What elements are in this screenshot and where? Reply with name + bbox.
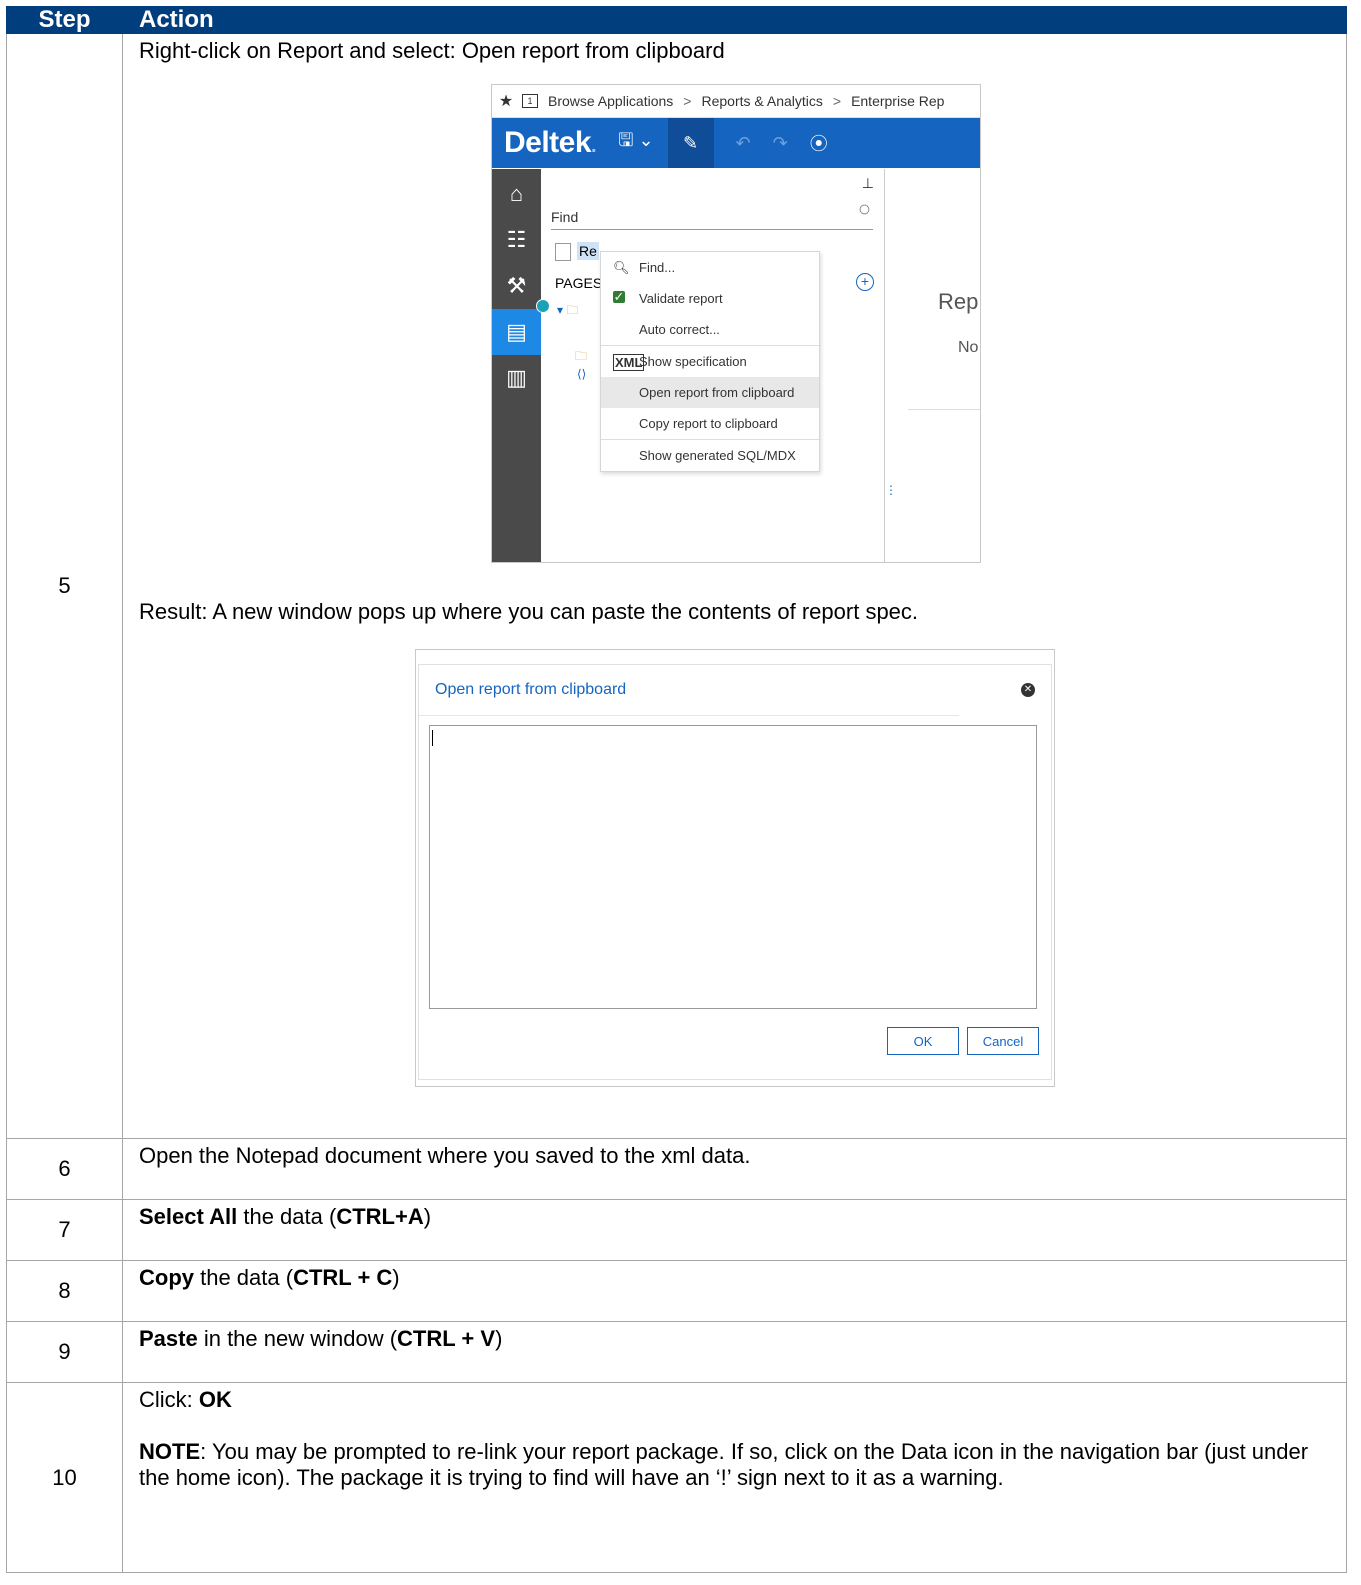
clipboard-textarea[interactable] (429, 725, 1037, 1009)
table-row: 7 Select All the data (CTRL+A) (6, 1199, 1347, 1261)
table-row: 5 Right-click on Report and select: Open… (6, 33, 1347, 1139)
step-instruction: Click: OK (139, 1387, 232, 1412)
dialog-title: Open report from clipboard (435, 681, 627, 698)
step-number: 7 (6, 1199, 123, 1261)
steps-table: Step Action 5 Right-click on Report and … (6, 6, 1347, 1573)
menu-item-show-specification[interactable]: XML Show specification (601, 346, 819, 377)
breadcrumb-separator: > (832, 93, 842, 109)
step-result: Result: A new window pops up where you c… (139, 599, 919, 624)
table-row: 10 Click: OK NOTE: You may be prompted t… (6, 1382, 1347, 1573)
table-row: 8 Copy the data (CTRL + C) (6, 1260, 1347, 1322)
page-item-icon[interactable]: ⟨⟩ (577, 367, 586, 381)
run-icon[interactable]: ⦿ (810, 130, 828, 156)
pin-icon[interactable]: ⊥ (862, 175, 874, 192)
step-column-header: Step (6, 6, 123, 34)
save-icon[interactable]: 🖫 ⌄ (618, 128, 653, 158)
close-icon[interactable]: ✕ (1021, 683, 1035, 697)
report-subtitle-partial: No (958, 339, 979, 356)
edit-pencil-icon[interactable]: ✎ (667, 118, 714, 168)
breadcrumb-separator: > (683, 93, 692, 109)
step-instruction: Paste in the new window (CTRL + V) (139, 1326, 503, 1351)
search-icon[interactable]: ○ (858, 197, 871, 221)
folder-icon[interactable]: 🗀 (575, 347, 587, 368)
pages-icon[interactable]: ▤ (492, 309, 541, 355)
splitter-handle[interactable]: ⋮ (885, 483, 897, 497)
report-title-partial: Rep (938, 289, 979, 314)
data-icon[interactable]: ☷ (492, 217, 541, 263)
step-number: 8 (6, 1260, 123, 1322)
tab-icon[interactable]: 1 (522, 94, 538, 108)
context-menu: 🔍︎ Find... ✓ Validate report Auto correct.… (600, 251, 820, 472)
step-instruction: Right-click on Report and select: Open r… (139, 38, 725, 63)
divider (908, 409, 980, 410)
breadcrumb-item[interactable]: Browse Applications (548, 93, 673, 109)
action-cell: Click: OK NOTE: You may be prompted to r… (122, 1382, 1347, 1573)
step-number: 10 (6, 1382, 123, 1573)
table-header-row: Step Action (6, 6, 1347, 34)
action-cell: Copy the data (CTRL + C) (122, 1260, 1347, 1322)
breadcrumb-item[interactable]: Reports & Analytics (701, 93, 822, 109)
step-number: 5 (6, 33, 123, 1139)
star-icon[interactable]: ★ (492, 91, 520, 111)
step-number: 9 (6, 1321, 123, 1383)
step-instruction: Copy the data (CTRL + C) (139, 1265, 400, 1290)
search-icon: 🔍︎ (613, 260, 630, 275)
text-caret (432, 730, 433, 746)
undo-icon[interactable]: ↶ (736, 133, 751, 154)
menu-item-find[interactable]: 🔍︎ Find... (601, 252, 819, 283)
breadcrumb-item[interactable]: Enterprise Rep (851, 93, 944, 109)
action-cell: Open the Notepad document where you save… (122, 1138, 1347, 1200)
redo-icon[interactable]: ↷ (773, 133, 788, 154)
action-cell: Paste in the new window (CTRL + V) (122, 1321, 1347, 1383)
home-icon[interactable]: ⌂ (492, 171, 541, 217)
folder-expanded-icon[interactable]: ▾ 🗀 (557, 301, 578, 322)
app-toolbar: Deltek. 🖫 ⌄ ✎ ↶ ↷ ⦿ (492, 118, 980, 168)
xml-icon: XML (613, 354, 645, 371)
cancel-button[interactable]: Cancel (967, 1027, 1039, 1055)
menu-item-auto-correct[interactable]: Auto correct... (601, 314, 819, 345)
menu-item-open-report-from-clipboard[interactable]: Open report from clipboard (601, 377, 819, 408)
toolbox-hammer-icon[interactable]: ⚒ (492, 263, 541, 309)
report-context-menu-screenshot: ★ 1 Browse Applications > Reports & Anal… (491, 84, 981, 563)
table-row: 6 Open the Notepad document where you sa… (6, 1138, 1347, 1200)
pages-label: PAGES (555, 275, 603, 291)
queries-table-icon[interactable]: ▥ (492, 355, 541, 401)
divider (419, 715, 959, 716)
action-cell: Select All the data (CTRL+A) (122, 1199, 1347, 1261)
breadcrumb: ★ 1 Browse Applications > Reports & Anal… (492, 85, 980, 118)
menu-item-validate-report[interactable]: ✓ Validate report (601, 283, 819, 314)
report-tree-item[interactable]: Re (555, 242, 599, 262)
deltek-logo: Deltek. (504, 126, 597, 159)
open-report-dialog: Open report from clipboard ✕ OK Cancel (418, 664, 1052, 1080)
check-icon: ✓ (613, 289, 625, 304)
nav-sidebar: ⌂ ☷ ⚒ ▤ ▥ (492, 169, 541, 562)
document-icon (555, 243, 571, 262)
table-row: 9 Paste in the new window (CTRL + V) (6, 1321, 1347, 1383)
step-instruction: Open the Notepad document where you save… (139, 1143, 751, 1168)
ok-button[interactable]: OK (887, 1027, 959, 1055)
step-note: NOTE: You may be prompted to re-link you… (139, 1439, 1309, 1490)
find-input[interactable]: Find ○ (551, 197, 873, 230)
open-report-dialog-screenshot: Open report from clipboard ✕ OK Cancel (415, 649, 1055, 1087)
step-instruction: Select All the data (CTRL+A) (139, 1204, 432, 1229)
add-page-icon[interactable]: + (856, 273, 874, 291)
action-column-header: Action (122, 6, 1347, 34)
menu-item-copy-report-to-clipboard[interactable]: Copy report to clipboard (601, 408, 819, 439)
action-cell: Right-click on Report and select: Open r… (122, 33, 1347, 1139)
step-number: 6 (6, 1138, 123, 1200)
menu-item-show-generated-sql[interactable]: Show generated SQL/MDX (601, 440, 819, 471)
